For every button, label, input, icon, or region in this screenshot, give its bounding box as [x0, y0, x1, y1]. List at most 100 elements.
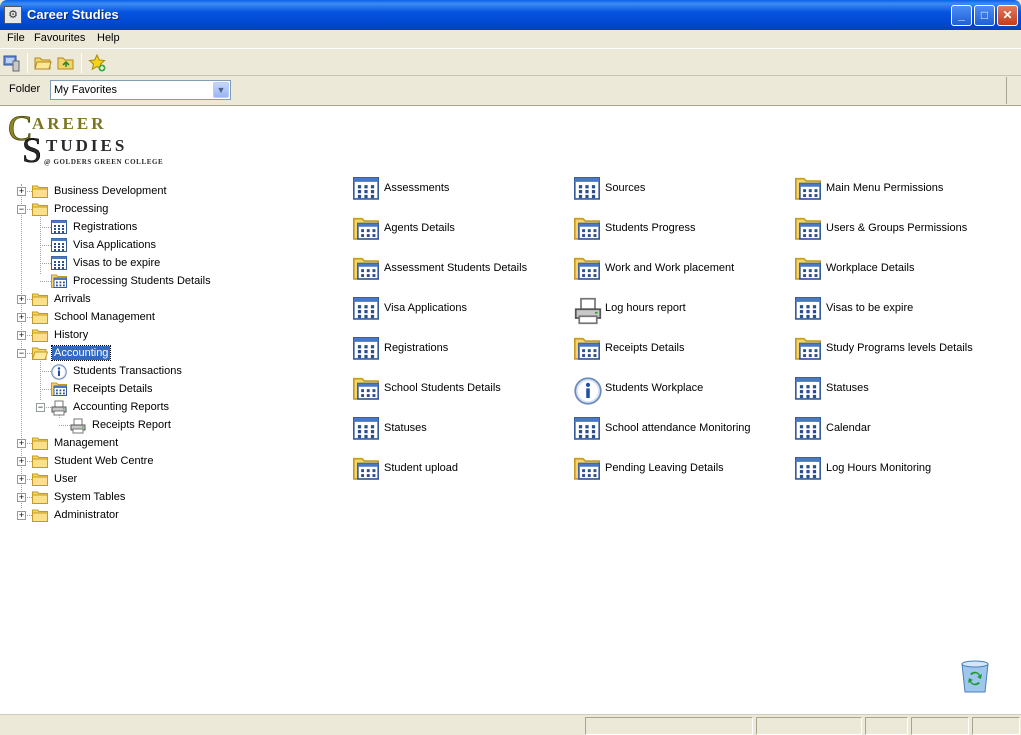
folder-icon: [32, 490, 48, 504]
tree-item[interactable]: Accounting: [31, 345, 112, 361]
shortcut-label: Users & Groups Permissions: [826, 222, 968, 234]
expand-icon[interactable]: +: [17, 493, 26, 502]
grid-form-icon: [793, 373, 823, 403]
tree-item-label: Accounting: [50, 345, 112, 361]
shortcut-item[interactable]: School attendance Monitoring: [572, 413, 751, 443]
shortcut-label: Main Menu Permissions: [826, 182, 944, 194]
info-icon: [572, 373, 602, 405]
tree-item[interactable]: Accounting Reports: [51, 399, 171, 416]
tree-item[interactable]: System Tables: [32, 489, 127, 505]
shortcut-item[interactable]: Pending Leaving Details: [572, 453, 724, 483]
folder-form-icon: [572, 253, 602, 283]
collapse-icon[interactable]: −: [36, 403, 45, 412]
tree-item[interactable]: Business Development: [32, 183, 169, 199]
expand-icon[interactable]: +: [17, 313, 26, 322]
folder-up-icon[interactable]: [56, 53, 76, 73]
shortcut-item[interactable]: Visas to be expire: [793, 293, 913, 323]
tree-item[interactable]: Processing Students Details: [51, 273, 213, 289]
menu-favourites[interactable]: Favourites: [34, 32, 85, 44]
shortcut-item[interactable]: Study Programs levels Details: [793, 333, 973, 363]
shortcut-label: School Students Details: [384, 382, 501, 394]
folder-bar: Folder My Favorites ▼: [0, 77, 1007, 104]
tree-item-label: Administrator: [54, 509, 119, 521]
tree-item[interactable]: Students Transactions: [51, 363, 184, 380]
shortcut-item[interactable]: Statuses: [793, 373, 869, 403]
shortcut-item[interactable]: Users & Groups Permissions: [793, 213, 967, 243]
shortcut-item[interactable]: Statuses: [351, 413, 427, 443]
title-bar[interactable]: ⚙ Career Studies _ □ ✕: [0, 0, 1021, 30]
recycle-bin-icon[interactable]: [958, 658, 992, 694]
shortcut-item[interactable]: Assessment Students Details: [351, 253, 527, 283]
collapse-icon[interactable]: −: [17, 205, 26, 214]
shortcut-item[interactable]: Sources: [572, 173, 645, 203]
tree-item-label: Registrations: [73, 221, 138, 233]
printer-icon: [572, 293, 602, 325]
menu-help[interactable]: Help: [97, 32, 120, 44]
close-button[interactable]: ✕: [997, 5, 1018, 26]
shortcut-item[interactable]: Assessments: [351, 173, 449, 203]
shortcut-item[interactable]: Calendar: [793, 413, 871, 443]
shortcut-item[interactable]: Work and Work placement: [572, 253, 734, 283]
shortcut-label: Sources: [605, 182, 646, 194]
expand-icon[interactable]: +: [17, 439, 26, 448]
tree-item-label: Students Transactions: [73, 365, 182, 377]
shortcut-item[interactable]: Registrations: [351, 333, 448, 363]
shortcut-label: Log Hours Monitoring: [826, 462, 932, 474]
tree-item[interactable]: Management: [32, 435, 120, 451]
expand-icon[interactable]: +: [17, 457, 26, 466]
maximize-button[interactable]: □: [974, 5, 995, 26]
tree-item-label: Processing Students Details: [73, 275, 211, 287]
shortcut-item[interactable]: Log hours report: [572, 293, 686, 325]
shortcut-item[interactable]: Agents Details: [351, 213, 455, 243]
tree-item[interactable]: Processing: [32, 201, 110, 217]
shortcut-item[interactable]: Log Hours Monitoring: [793, 453, 931, 483]
minimize-button[interactable]: _: [951, 5, 972, 26]
tree-item[interactable]: Student Web Centre: [32, 453, 155, 469]
computer-icon[interactable]: [2, 53, 22, 73]
tree-item-label: User: [54, 473, 78, 485]
shortcut-item[interactable]: Students Progress: [572, 213, 696, 243]
folder-dropdown-value: My Favorites: [54, 84, 117, 96]
folder-dropdown[interactable]: My Favorites ▼: [50, 80, 231, 100]
shortcut-item[interactable]: Main Menu Permissions: [793, 173, 943, 203]
shortcut-item[interactable]: School Students Details: [351, 373, 501, 403]
tree-item[interactable]: Registrations: [51, 219, 139, 235]
shortcut-label: Pending Leaving Details: [605, 462, 724, 474]
folder-icon: [32, 436, 48, 450]
shortcut-label: Study Programs levels Details: [826, 342, 973, 354]
tree-item-label: Management: [54, 437, 119, 449]
shortcut-item[interactable]: Student upload: [351, 453, 458, 483]
folder-form-icon: [351, 213, 381, 243]
status-panel: [585, 717, 753, 735]
tree-item[interactable]: Visas to be expire: [51, 255, 162, 271]
folder-form-icon: [793, 173, 823, 203]
shortcut-item[interactable]: Visa Applications: [351, 293, 467, 323]
expand-icon[interactable]: +: [17, 475, 26, 484]
shortcut-item[interactable]: Students Workplace: [572, 373, 703, 405]
folder-form-icon: [793, 253, 823, 283]
shortcut-item[interactable]: Workplace Details: [793, 253, 914, 283]
window-title: Career Studies: [27, 7, 119, 22]
tree-item[interactable]: School Management: [32, 309, 157, 325]
tree-item[interactable]: Receipts Report: [70, 417, 173, 434]
add-favorite-icon[interactable]: [87, 53, 107, 73]
chevron-down-icon[interactable]: ▼: [213, 82, 229, 98]
tree-item[interactable]: Receipts Details: [51, 381, 154, 397]
expand-icon[interactable]: +: [17, 331, 26, 340]
tree-item[interactable]: Administrator: [32, 507, 121, 523]
open-folder-icon[interactable]: [33, 53, 53, 73]
expand-icon[interactable]: +: [17, 187, 26, 196]
tree-item-label: Processing: [54, 203, 109, 215]
menu-file[interactable]: File: [7, 32, 25, 44]
tree-item[interactable]: Visa Applications: [51, 237, 158, 253]
app-icon[interactable]: ⚙: [4, 6, 22, 24]
expand-icon[interactable]: +: [17, 295, 26, 304]
tree-item-label: Arrivals: [54, 293, 91, 305]
tree-item[interactable]: History: [32, 327, 90, 343]
tree-item-label: Student Web Centre: [54, 455, 154, 467]
shortcut-item[interactable]: Receipts Details: [572, 333, 684, 363]
expand-icon[interactable]: +: [17, 511, 26, 520]
collapse-icon[interactable]: −: [17, 349, 26, 358]
tree-item[interactable]: Arrivals: [32, 291, 93, 307]
tree-item[interactable]: User: [32, 471, 79, 487]
